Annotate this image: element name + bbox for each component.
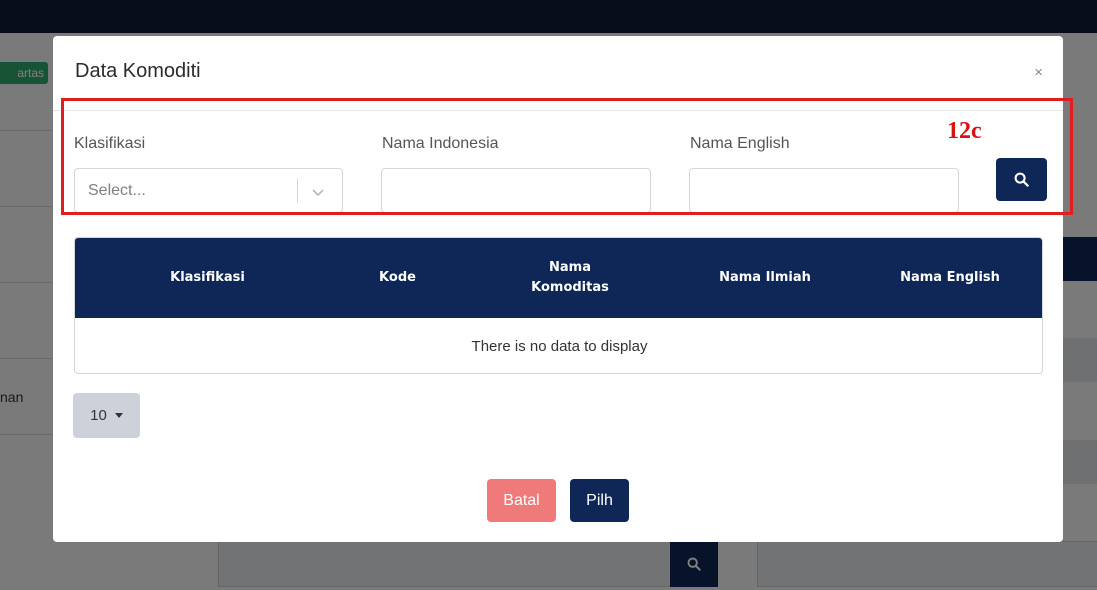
column-header-nama-ilmiah[interactable]: Nama Ilmiah (715, 238, 815, 318)
annotation-box (61, 98, 1073, 215)
column-header-klasifikasi[interactable]: Klasifikasi (115, 238, 300, 318)
column-header-nama-komoditas[interactable]: Nama Komoditas (515, 238, 625, 318)
page-size-dropdown[interactable]: 10 (73, 393, 140, 438)
table-header: Klasifikasi Kode Nama Komoditas Nama Ilm… (75, 238, 1042, 318)
cancel-button[interactable]: Batal (487, 479, 556, 522)
caret-down-icon (114, 413, 123, 418)
komoditi-table: Klasifikasi Kode Nama Komoditas Nama Ilm… (74, 237, 1043, 374)
annotation-label: 12c (947, 118, 982, 144)
column-header-kode[interactable]: Kode (345, 238, 450, 318)
modal-title: Data Komoditi (75, 60, 201, 82)
column-header-nama-english[interactable]: Nama English (865, 238, 1035, 318)
empty-table-message: There is no data to display (471, 338, 648, 355)
close-icon[interactable]: × (1034, 64, 1043, 81)
select-button[interactable]: Pilh (570, 479, 629, 522)
page-size-value: 10 (90, 407, 107, 424)
